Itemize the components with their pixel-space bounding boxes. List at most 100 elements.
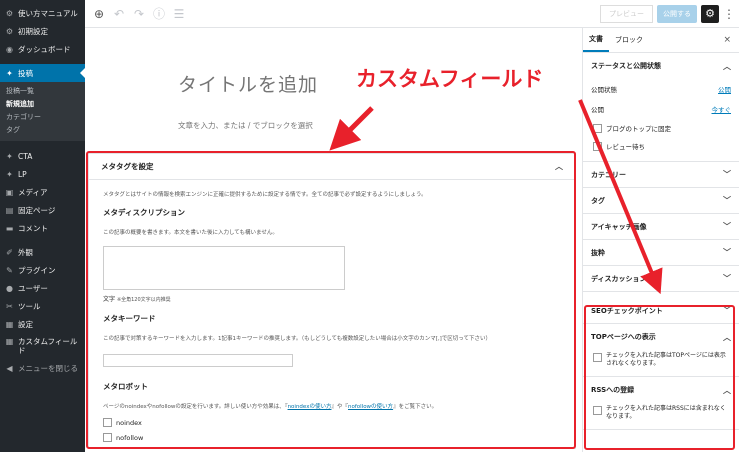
menu-label: 外観	[18, 247, 33, 257]
post-title-input[interactable]: タイトルを追加	[178, 70, 318, 97]
menu-label: ツール	[18, 301, 41, 311]
chevron-up-icon: ︿	[723, 61, 731, 71]
menu-item-initial-settings[interactable]: ⚙ 初期設定	[0, 22, 85, 40]
tab-block[interactable]: ブロック	[609, 28, 649, 52]
collapse-icon: ◀	[6, 363, 13, 373]
panel-title: タグ	[591, 196, 605, 205]
pin-icon: ✦	[6, 169, 13, 179]
status-panel: ステータスと公開状態 ︿ 公開状態 公開 公開 今すぐ ブログのトップに固定 レビュー…	[583, 53, 739, 162]
option-label: レビュー待ち	[606, 143, 645, 151]
menu-item-lp[interactable]: ✦ LP	[0, 165, 85, 183]
plugin-icon: ✎	[6, 265, 13, 275]
pin-icon: ✦	[6, 151, 13, 161]
menu-label: ユーザー	[18, 283, 48, 293]
menu-label: ダッシュボード	[18, 44, 71, 54]
menu-label: 初期設定	[18, 26, 48, 36]
comment-icon: ▬	[5, 223, 14, 233]
panel-title: 抜粋	[591, 248, 605, 257]
user-icon: ●	[6, 283, 13, 293]
panel-title: アイキャッチ画像	[591, 222, 647, 231]
highlight-metabox	[86, 151, 576, 449]
preview-button[interactable]: プレビュー	[600, 4, 653, 23]
menu-label: カスタムフィールド	[18, 337, 78, 355]
collapse-menu-button[interactable]: ◀ メニューを閉じる	[0, 359, 85, 377]
submenu-tags[interactable]: タグ	[0, 124, 85, 137]
posts-submenu: 投稿一覧 新規追加 カテゴリー タグ	[0, 82, 85, 141]
menu-label: LP	[18, 169, 27, 179]
pending-review-checkbox[interactable]	[593, 141, 602, 151]
menu-item-pages[interactable]: ▤ 固定ページ	[0, 201, 85, 219]
menu-item-posts[interactable]: ✦ 投稿	[0, 64, 85, 82]
tags-panel[interactable]: タグ ﹀	[583, 188, 739, 214]
option-label: ブログのトップに固定	[606, 125, 671, 133]
menu-label: メディア	[18, 187, 48, 197]
excerpt-panel[interactable]: 抜粋 ﹀	[583, 240, 739, 266]
menu-item-manual[interactable]: ⚙ 使い方マニュアル	[0, 4, 85, 22]
row-label: 公開状態	[591, 86, 617, 94]
menu-label: 投稿	[18, 68, 33, 78]
submenu-categories[interactable]: カテゴリー	[0, 111, 85, 124]
appearance-icon: ✐	[6, 247, 13, 257]
undo-icon[interactable]: ↶	[109, 7, 129, 21]
menu-item-settings[interactable]: ▦ 設定	[0, 315, 85, 333]
menu-item-users[interactable]: ● ユーザー	[0, 279, 85, 297]
panel-title: カテゴリー	[591, 170, 626, 179]
settings-icon: ▦	[5, 319, 14, 329]
publish-button[interactable]: 公開する	[657, 4, 697, 23]
media-icon: ▣	[5, 187, 14, 197]
menu-label: 固定ページ	[18, 205, 56, 215]
featured-image-panel[interactable]: アイキャッチ画像 ﹀	[583, 214, 739, 240]
admin-menu: ⚙ 使い方マニュアル ⚙ 初期設定 ◉ ダッシュボード ✦ 投稿 投稿一覧 新規追加 カ…	[0, 0, 85, 452]
pin-icon: ✦	[6, 68, 13, 78]
outline-icon[interactable]: ☰	[169, 7, 189, 21]
sticky-option[interactable]: ブログのトップに固定	[583, 119, 739, 137]
chevron-down-icon: ﹀	[723, 170, 731, 179]
menu-item-media[interactable]: ▣ メディア	[0, 183, 85, 201]
chevron-down-icon: ﹀	[723, 248, 731, 257]
pending-review-option[interactable]: レビュー待ち	[583, 137, 739, 155]
menu-item-custom-fields[interactable]: ▦ カスタムフィールド	[0, 333, 85, 359]
menu-label: プラグイン	[18, 265, 56, 275]
chevron-down-icon: ﹀	[723, 222, 731, 231]
menu-item-comments[interactable]: ▬ コメント	[0, 219, 85, 237]
menu-item-cta[interactable]: ✦ CTA	[0, 147, 85, 165]
panel-title: ディスカッション	[591, 274, 647, 283]
chevron-down-icon: ﹀	[723, 196, 731, 205]
info-icon[interactable]: ⓘ	[149, 5, 169, 22]
block-placeholder[interactable]: 文章を入力、または / でブロックを選択	[178, 120, 313, 131]
discussion-panel[interactable]: ディスカッション ﹀	[583, 266, 739, 292]
menu-label: 使い方マニュアル	[18, 8, 78, 18]
menu-item-tools[interactable]: ✂ ツール	[0, 297, 85, 315]
sticky-checkbox[interactable]	[593, 123, 602, 133]
visibility-link[interactable]: 公開	[718, 84, 731, 94]
menu-item-dashboard[interactable]: ◉ ダッシュボード	[0, 40, 85, 58]
chevron-down-icon: ﹀	[723, 274, 731, 283]
highlight-sidebar-panels	[584, 305, 735, 450]
row-label: 公開	[591, 106, 604, 114]
close-icon[interactable]: ×	[723, 28, 739, 52]
add-block-icon[interactable]: ⊕	[89, 7, 109, 21]
menu-label: 設定	[18, 319, 33, 329]
tab-document[interactable]: 文書	[583, 28, 609, 52]
editor-toolbar: ⊕ ↶ ↷ ⓘ ☰ プレビュー 公開する ⚙ ⋮	[85, 0, 739, 28]
publish-date-link[interactable]: 今すぐ	[712, 104, 732, 114]
categories-panel[interactable]: カテゴリー ﹀	[583, 162, 739, 188]
custom-field-icon: ▦	[5, 337, 14, 346]
page-icon: ▤	[5, 205, 14, 215]
panel-title: ステータスと公開状態	[591, 62, 661, 70]
tool-icon: ✂	[6, 301, 13, 311]
status-panel-header[interactable]: ステータスと公開状態 ︿	[583, 53, 739, 79]
gear-icon: ⚙	[5, 26, 14, 36]
menu-label: メニューを閉じる	[18, 363, 78, 373]
submenu-add-new[interactable]: 新規追加	[0, 98, 85, 111]
redo-icon[interactable]: ↷	[129, 7, 149, 21]
visibility-row: 公開状態 公開	[583, 79, 739, 99]
annotation-label: カスタムフィールド	[356, 67, 544, 91]
publish-row: 公開 今すぐ	[583, 99, 739, 119]
submenu-all-posts[interactable]: 投稿一覧	[0, 85, 85, 98]
menu-item-plugins[interactable]: ✎ プラグイン	[0, 261, 85, 279]
more-options-icon[interactable]: ⋮	[723, 7, 735, 21]
menu-item-appearance[interactable]: ✐ 外観	[0, 243, 85, 261]
dashboard-icon: ◉	[6, 44, 13, 54]
settings-gear-icon[interactable]: ⚙	[701, 4, 719, 23]
